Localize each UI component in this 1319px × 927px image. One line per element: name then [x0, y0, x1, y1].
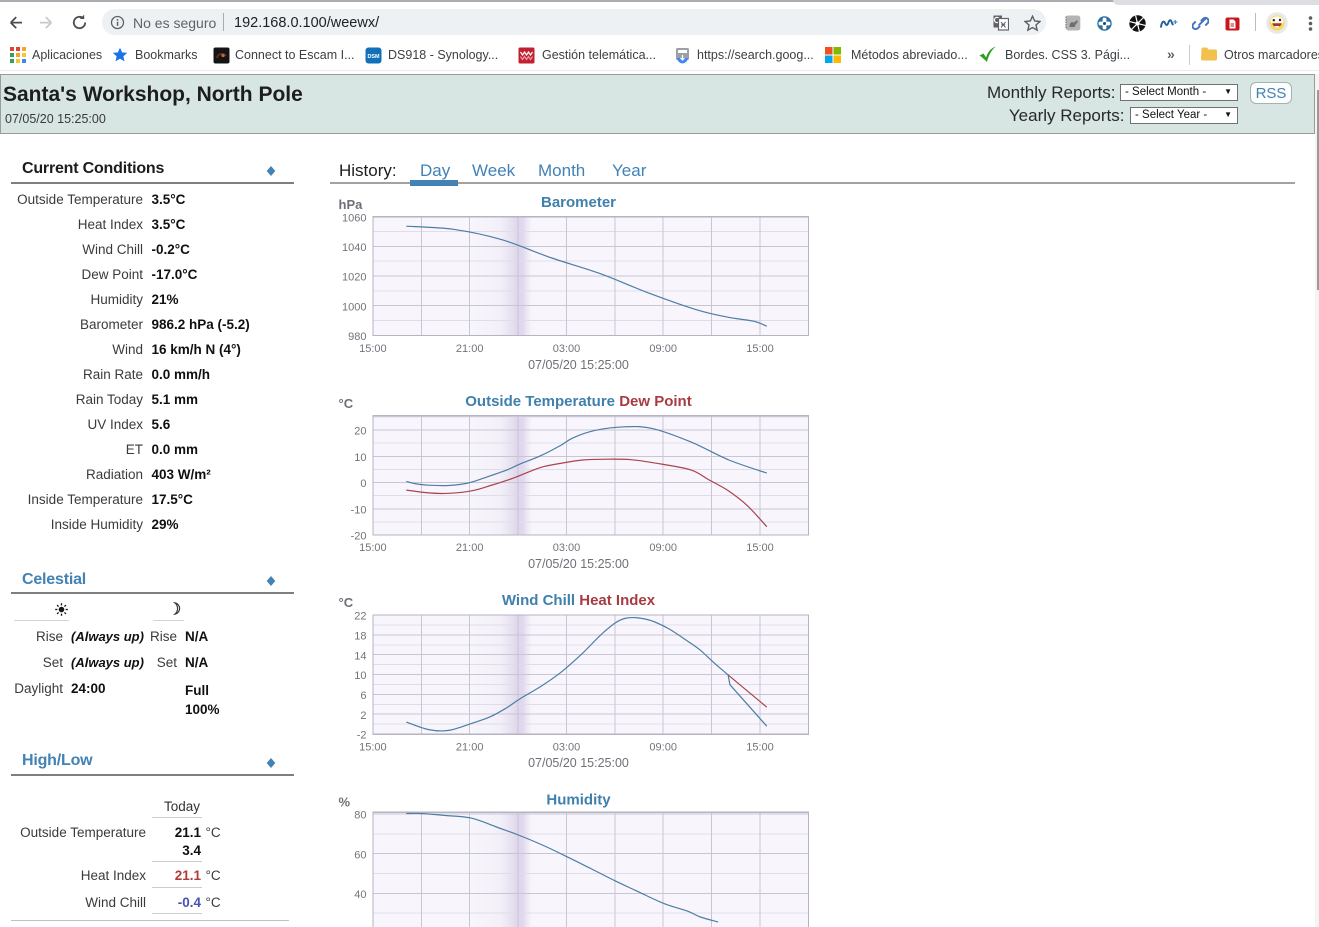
svg-text:80: 80 — [354, 810, 366, 822]
svg-text:15:00: 15:00 — [746, 343, 774, 355]
svg-text:03:00: 03:00 — [553, 343, 581, 355]
svg-text:10: 10 — [354, 670, 366, 682]
svg-text:15:00: 15:00 — [359, 343, 387, 355]
svg-text:hPa: hPa — [339, 197, 364, 212]
svg-text:21:00: 21:00 — [456, 343, 484, 355]
svg-text:1020: 1020 — [342, 272, 366, 284]
svg-text:07/05/20 15:25:00: 07/05/20 15:25:00 — [528, 557, 629, 571]
svg-text:10: 10 — [354, 452, 366, 464]
svg-text:2: 2 — [360, 710, 366, 722]
svg-text:14: 14 — [354, 650, 366, 662]
svg-text:-20: -20 — [351, 531, 367, 543]
svg-text:15:00: 15:00 — [359, 542, 387, 554]
svg-text:09:00: 09:00 — [649, 741, 677, 753]
svg-text:Humidity: Humidity — [546, 791, 611, 808]
svg-text:15:00: 15:00 — [746, 542, 774, 554]
svg-text:980: 980 — [348, 331, 366, 343]
svg-text:6: 6 — [360, 690, 366, 702]
svg-text:Wind Chill Heat Index: Wind Chill Heat Index — [502, 592, 656, 609]
svg-text:°C: °C — [339, 595, 354, 610]
svg-text:1000: 1000 — [342, 301, 366, 313]
svg-text:DSM: DSM — [368, 54, 380, 60]
svg-text:03:00: 03:00 — [553, 741, 581, 753]
svg-text:1060: 1060 — [342, 212, 366, 224]
svg-text:60: 60 — [354, 849, 366, 861]
svg-text:0: 0 — [360, 478, 366, 490]
svg-text:09:00: 09:00 — [649, 542, 677, 554]
svg-text:-10: -10 — [351, 504, 367, 516]
svg-text:21:00: 21:00 — [456, 741, 484, 753]
svg-text:20: 20 — [354, 426, 366, 438]
svg-text:%: % — [339, 794, 351, 809]
svg-text:21:00: 21:00 — [456, 542, 484, 554]
svg-text:Barometer: Barometer — [541, 194, 616, 211]
svg-text:-2: -2 — [357, 730, 367, 742]
svg-text:18: 18 — [354, 631, 366, 643]
svg-text:1040: 1040 — [342, 242, 366, 254]
svg-text:22: 22 — [354, 611, 366, 623]
svg-text:°C: °C — [339, 396, 354, 411]
svg-text:40: 40 — [354, 889, 366, 901]
svg-text:03:00: 03:00 — [553, 542, 581, 554]
svg-text:09:00: 09:00 — [649, 343, 677, 355]
svg-text:07/05/20 15:25:00: 07/05/20 15:25:00 — [528, 756, 629, 770]
svg-text:15:00: 15:00 — [746, 741, 774, 753]
svg-text:15:00: 15:00 — [359, 741, 387, 753]
svg-text:07/05/20 15:25:00: 07/05/20 15:25:00 — [528, 358, 629, 372]
svg-text:Outside Temperature Dew Point: Outside Temperature Dew Point — [465, 393, 691, 410]
